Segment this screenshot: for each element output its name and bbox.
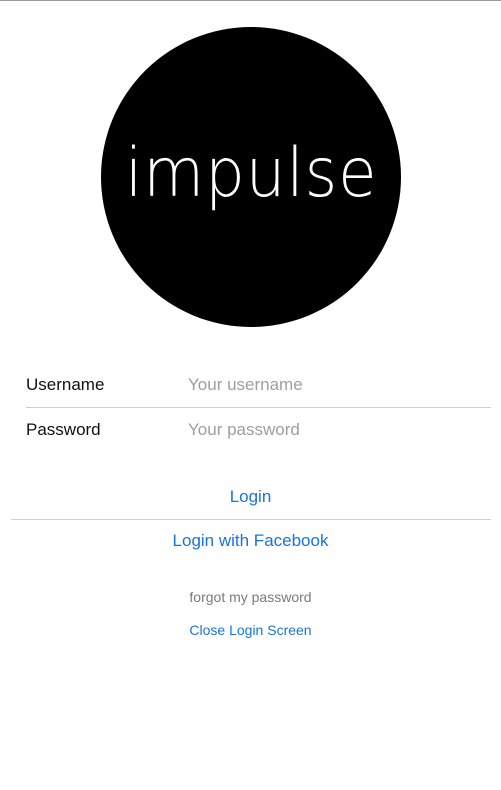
password-row: Password [26,408,491,452]
username-input[interactable] [188,372,478,398]
login-form: Username Password [26,363,491,452]
login-divider [11,519,491,520]
login-with-facebook-button[interactable]: Login with Facebook [0,531,501,551]
login-button[interactable]: Login [0,487,501,507]
username-label: Username [26,375,105,394]
impulse-logo: impulse [101,27,401,327]
password-input[interactable] [188,417,478,443]
top-border [0,0,501,1]
close-login-screen-button[interactable]: Close Login Screen [0,622,501,638]
username-row: Username [26,363,491,407]
logo-text: impulse [124,134,378,213]
forgot-password-link[interactable]: forgot my password [0,589,501,605]
password-label: Password [26,420,101,439]
